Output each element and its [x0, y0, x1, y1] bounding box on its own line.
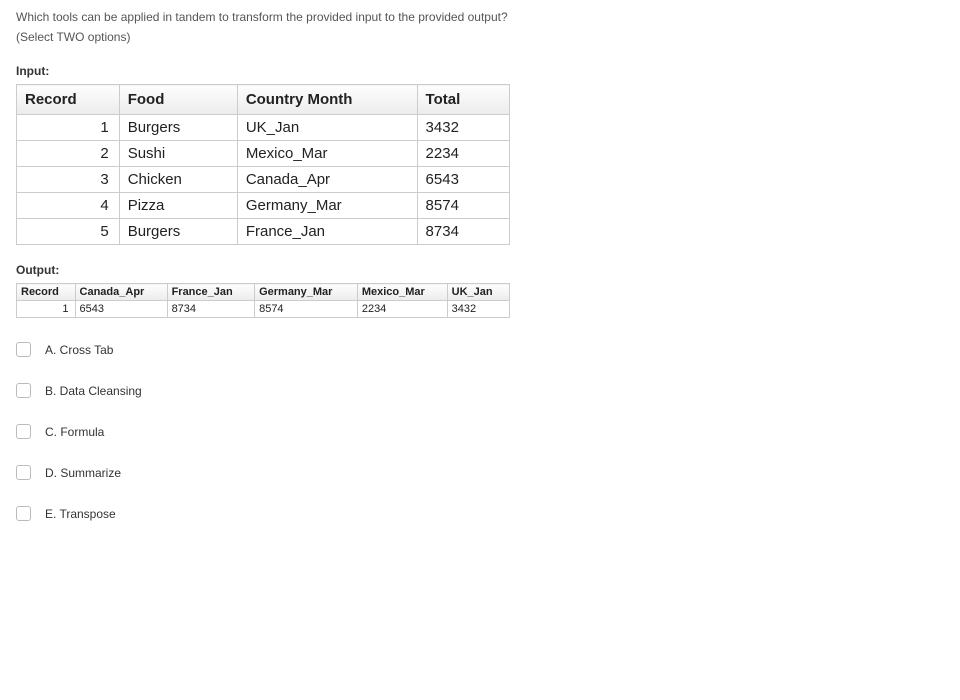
table-row: 3 Chicken Canada_Apr 6543 — [17, 167, 510, 193]
option-e[interactable]: E. Transpose — [16, 506, 944, 521]
checkbox-d[interactable] — [16, 465, 31, 480]
cell-food: Burgers — [119, 115, 237, 141]
cell-total: 8734 — [417, 219, 509, 245]
question-instruction: (Select TWO options) — [16, 30, 944, 44]
option-d-label: D. Summarize — [45, 466, 121, 480]
cell-country-month: UK_Jan — [237, 115, 417, 141]
cell-total: 3432 — [417, 115, 509, 141]
cell-food: Chicken — [119, 167, 237, 193]
cell-record: 1 — [17, 301, 76, 318]
option-b-label: B. Data Cleansing — [45, 384, 142, 398]
col-record: Record — [17, 85, 120, 115]
cell-country-month: Canada_Apr — [237, 167, 417, 193]
table-row: 1 Burgers UK_Jan 3432 — [17, 115, 510, 141]
cell-food: Pizza — [119, 193, 237, 219]
checkbox-b[interactable] — [16, 383, 31, 398]
checkbox-c[interactable] — [16, 424, 31, 439]
table-row: 4 Pizza Germany_Mar 8574 — [17, 193, 510, 219]
cell-food: Sushi — [119, 141, 237, 167]
col-uk-jan: UK_Jan — [447, 284, 509, 301]
cell-record: 5 — [17, 219, 120, 245]
cell-country-month: Mexico_Mar — [237, 141, 417, 167]
output-label: Output: — [16, 263, 944, 277]
option-a[interactable]: A. Cross Tab — [16, 342, 944, 357]
cell-country-month: France_Jan — [237, 219, 417, 245]
cell-canada-apr: 6543 — [75, 301, 167, 318]
cell-germany-mar: 8574 — [255, 301, 358, 318]
table-row: 1 6543 8734 8574 2234 3432 — [17, 301, 510, 318]
cell-record: 4 — [17, 193, 120, 219]
output-table: Record Canada_Apr France_Jan Germany_Mar… — [16, 283, 510, 318]
table-row: 2 Sushi Mexico_Mar 2234 — [17, 141, 510, 167]
col-total: Total — [417, 85, 509, 115]
cell-france-jan: 8734 — [167, 301, 255, 318]
cell-food: Burgers — [119, 219, 237, 245]
cell-record: 1 — [17, 115, 120, 141]
table-header-row: Record Food Country Month Total — [17, 85, 510, 115]
checkbox-e[interactable] — [16, 506, 31, 521]
input-table: Record Food Country Month Total 1 Burger… — [16, 84, 510, 245]
cell-total: 8574 — [417, 193, 509, 219]
option-d[interactable]: D. Summarize — [16, 465, 944, 480]
cell-country-month: Germany_Mar — [237, 193, 417, 219]
input-label: Input: — [16, 64, 944, 78]
cell-record: 2 — [17, 141, 120, 167]
cell-mexico-mar: 2234 — [357, 301, 447, 318]
cell-total: 2234 — [417, 141, 509, 167]
option-c-label: C. Formula — [45, 425, 104, 439]
option-c[interactable]: C. Formula — [16, 424, 944, 439]
col-france-jan: France_Jan — [167, 284, 255, 301]
option-e-label: E. Transpose — [45, 507, 116, 521]
col-germany-mar: Germany_Mar — [255, 284, 358, 301]
col-record: Record — [17, 284, 76, 301]
col-mexico-mar: Mexico_Mar — [357, 284, 447, 301]
question-text: Which tools can be applied in tandem to … — [16, 8, 944, 26]
option-a-label: A. Cross Tab — [45, 343, 113, 357]
col-canada-apr: Canada_Apr — [75, 284, 167, 301]
table-header-row: Record Canada_Apr France_Jan Germany_Mar… — [17, 284, 510, 301]
cell-total: 6543 — [417, 167, 509, 193]
col-country-month: Country Month — [237, 85, 417, 115]
options-group: A. Cross Tab B. Data Cleansing C. Formul… — [16, 342, 944, 521]
table-row: 5 Burgers France_Jan 8734 — [17, 219, 510, 245]
cell-uk-jan: 3432 — [447, 301, 509, 318]
option-b[interactable]: B. Data Cleansing — [16, 383, 944, 398]
cell-record: 3 — [17, 167, 120, 193]
checkbox-a[interactable] — [16, 342, 31, 357]
col-food: Food — [119, 85, 237, 115]
